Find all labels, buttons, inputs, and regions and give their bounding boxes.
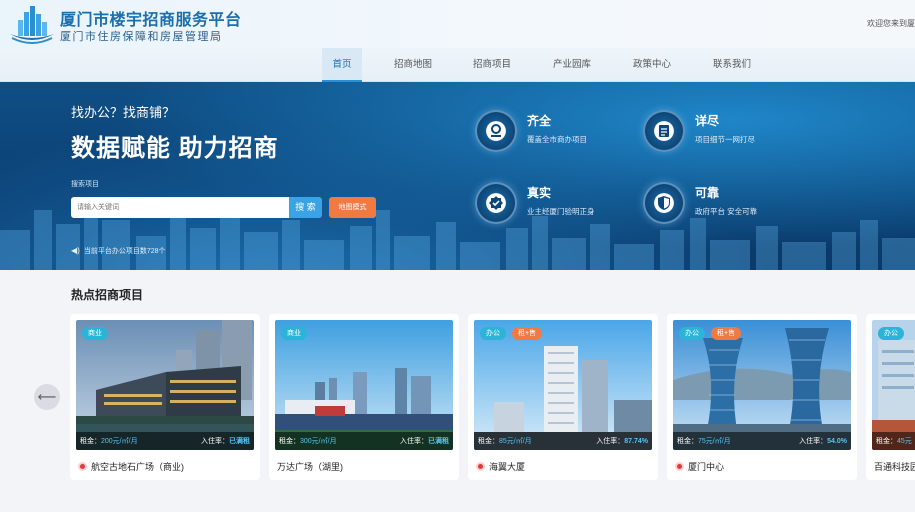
nav-parks[interactable]: 产业园库 <box>547 48 597 82</box>
type-tag: 商业 <box>82 327 108 340</box>
feature-desc: 覆盖全市商办项目 <box>527 135 587 144</box>
map-mode-button[interactable]: 地图模式 <box>329 197 376 218</box>
rent-info: 租金：200元/㎡/月 <box>80 438 138 445</box>
feature-authentic: 真实 业主经厦门验明正身 <box>475 182 645 226</box>
nav-map[interactable]: 招商地图 <box>388 48 438 82</box>
project-image: 商业 租金：300元/㎡/月 入住率：已满租 <box>275 320 453 450</box>
type-tag: 办公 <box>878 327 904 340</box>
project-carousel: 商业 租金：200元/㎡/月 入住率：已满租 航空古地石广场（商业) 商业 租金… <box>70 314 915 480</box>
feature-complete: 齐全 覆盖全市商办项目 <box>475 110 645 154</box>
location-marker-icon <box>78 462 87 471</box>
carousel-prev-button[interactable]: ⟵ <box>34 384 60 410</box>
search-input[interactable] <box>71 197 289 218</box>
project-name: 万达广场（湖里) <box>277 462 343 472</box>
search-label: 搜索项目 <box>71 181 99 188</box>
feature-title: 真实 <box>527 186 552 200</box>
project-name: 航空古地石广场（商业) <box>78 460 184 473</box>
shield-icon <box>654 193 674 213</box>
type-tag: 商业 <box>281 327 307 340</box>
hero-banner: 找办公？找商铺？ 数据赋能 助力招商 搜索项目 搜 索 地图模式 ◀)当前平台办… <box>0 82 915 270</box>
type-tag: 办公 <box>480 327 506 340</box>
nav-home[interactable]: 首页 <box>322 48 362 82</box>
deal-tag: 租+售 <box>512 327 543 340</box>
project-card[interactable]: 办公 租+售 租金：75元/㎡/月 入住率：54.0% 厦门中心 <box>667 314 857 480</box>
project-name: 百通科技园 <box>874 462 915 472</box>
type-tag: 办公 <box>679 327 705 340</box>
occupancy-info: 入住率：已满租 <box>400 438 449 445</box>
deal-tag: 租+售 <box>711 327 742 340</box>
rent-info: 租金：75元/㎡/月 <box>677 438 731 445</box>
nav-contact[interactable]: 联系我们 <box>707 48 757 82</box>
main-nav: 首页 招商地图 招商项目 产业园库 政策中心 联系我们 <box>0 48 915 82</box>
project-card[interactable]: 商业 租金：200元/㎡/月 入住率：已满租 航空古地石广场（商业) <box>70 314 260 480</box>
project-card[interactable]: 办公 租+售 租金：85元/㎡/月 入住率：87.74% 海翼大厦 <box>468 314 658 480</box>
occupancy-info: 入住率：87.74% <box>596 438 648 445</box>
project-image: 办公 租+售 租金：75元/㎡/月 入住率：54.0% <box>673 320 851 450</box>
feature-title: 齐全 <box>527 114 552 128</box>
project-count-notice: ◀) 当前平台办公项目数728个 <box>71 246 166 256</box>
nav-policy[interactable]: 政策中心 <box>627 48 677 82</box>
feature-detailed: 详尽 项目细节一网打尽 <box>643 110 813 154</box>
feature-desc: 项目细节一网打尽 <box>695 135 755 144</box>
site-header: 厦门市楼宇招商服务平台 厦门市住房保障和房屋管理局 欢迎您来到厦 <box>0 0 915 48</box>
project-image: 办公 租金：45元 <box>872 320 915 450</box>
project-card[interactable]: 商业 租金：300元/㎡/月 入住率：已满租 万达广场（湖里) <box>269 314 459 480</box>
hero-question: 找办公？找商铺？ <box>71 105 176 120</box>
feature-desc: 政府平台 安全可靠 <box>695 207 758 216</box>
rent-info: 租金：85元/㎡/月 <box>478 438 532 445</box>
search-button[interactable]: 搜 索 <box>289 197 322 218</box>
document-icon <box>654 121 674 141</box>
hero-headline: 数据赋能 助力招商 <box>71 135 279 162</box>
location-marker-icon <box>675 462 684 471</box>
hot-projects-title: 热点招商项目 <box>71 288 144 302</box>
rent-info: 租金：300元/㎡/月 <box>279 438 337 445</box>
arrow-left-icon: ⟵ <box>37 389 57 404</box>
site-title: 厦门市楼宇招商服务平台 <box>60 12 242 29</box>
occupancy-info: 入住率：已满租 <box>201 438 250 445</box>
feature-reliable: 可靠 政府平台 安全可靠 <box>643 182 813 226</box>
location-marker-icon <box>476 462 485 471</box>
occupancy-info: 入住率：54.0% <box>799 438 847 445</box>
project-name: 海翼大厦 <box>476 460 525 473</box>
notice-text: 当前平台办公项目数728个 <box>83 248 166 255</box>
verified-badge-icon <box>486 193 506 213</box>
project-name: 厦门中心 <box>675 460 724 473</box>
nav-projects[interactable]: 招商项目 <box>467 48 517 82</box>
rent-info: 租金：45元 <box>876 438 912 445</box>
feature-title: 详尽 <box>695 114 720 128</box>
project-image: 商业 租金：200元/㎡/月 入住率：已满租 <box>76 320 254 450</box>
project-image: 办公 租+售 租金：85元/㎡/月 入住率：87.74% <box>474 320 652 450</box>
feature-title: 可靠 <box>695 186 720 200</box>
location-icon <box>486 121 506 141</box>
logo-icon[interactable] <box>8 4 56 46</box>
project-card[interactable]: 办公 租金：45元 百通科技园 <box>866 314 915 480</box>
site-subtitle: 厦门市住房保障和房屋管理局 <box>60 31 223 43</box>
feature-desc: 业主经厦门验明正身 <box>527 207 595 216</box>
welcome-text: 欢迎您来到厦 <box>867 19 915 28</box>
speaker-icon: ◀) <box>71 246 80 255</box>
